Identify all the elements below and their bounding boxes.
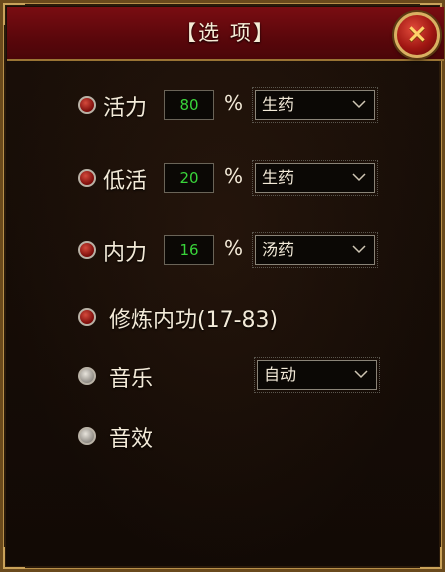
chevron-down-icon: [352, 173, 366, 182]
music-mode-value: 自动: [264, 365, 297, 384]
practice-label: 修炼内功(17-83): [109, 308, 279, 333]
low-hp-radio[interactable]: [78, 169, 96, 187]
hp-percent-input[interactable]: 80: [164, 90, 214, 120]
sfx-label: 音效: [109, 427, 154, 452]
practice-radio[interactable]: [78, 308, 96, 326]
music-mode-select[interactable]: 自动: [254, 357, 380, 393]
hp-potion-value: 生药: [262, 95, 295, 114]
practice-row: 修炼内功(17-83): [3, 299, 445, 335]
low-hp-label: 低活: [103, 169, 148, 194]
hp-potion-select[interactable]: 生药: [252, 87, 378, 123]
low-hp-percent-unit: %: [224, 164, 244, 188]
hp-label: 活力: [103, 96, 148, 121]
title-bar: 【选 项】: [7, 7, 444, 61]
options-panel: 【选 项】 × 活力 80 % 生药 低活 20 % 生药 内力 16 % 汤药…: [0, 0, 445, 572]
hp-row: 活力 80 % 生药: [3, 87, 445, 123]
mp-radio[interactable]: [78, 241, 96, 259]
frame-corner: [3, 547, 25, 569]
mp-potion-value: 汤药: [262, 240, 295, 259]
sfx-row: 音效: [3, 418, 445, 454]
hp-percent-unit: %: [224, 91, 244, 115]
mp-label: 内力: [103, 241, 148, 266]
chevron-down-icon: [352, 245, 366, 254]
low-hp-potion-select[interactable]: 生药: [252, 160, 378, 196]
mp-row: 内力 16 % 汤药: [3, 232, 445, 268]
low-hp-row: 低活 20 % 生药: [3, 160, 445, 196]
mp-percent-input[interactable]: 16: [164, 235, 214, 265]
mp-potion-select[interactable]: 汤药: [252, 232, 378, 268]
music-row: 音乐 自动: [3, 357, 445, 394]
low-hp-percent-input[interactable]: 20: [164, 163, 214, 193]
mp-percent-unit: %: [224, 236, 244, 260]
music-radio[interactable]: [78, 367, 96, 385]
panel-title: 【选 项】: [175, 21, 276, 45]
hp-radio[interactable]: [78, 96, 96, 114]
chevron-down-icon: [354, 370, 368, 379]
close-button[interactable]: ×: [394, 12, 440, 58]
frame-corner: [420, 547, 442, 569]
close-icon: ×: [406, 19, 428, 49]
chevron-down-icon: [352, 100, 366, 109]
sfx-radio[interactable]: [78, 427, 96, 445]
music-label: 音乐: [109, 367, 154, 392]
low-hp-potion-value: 生药: [262, 168, 295, 187]
